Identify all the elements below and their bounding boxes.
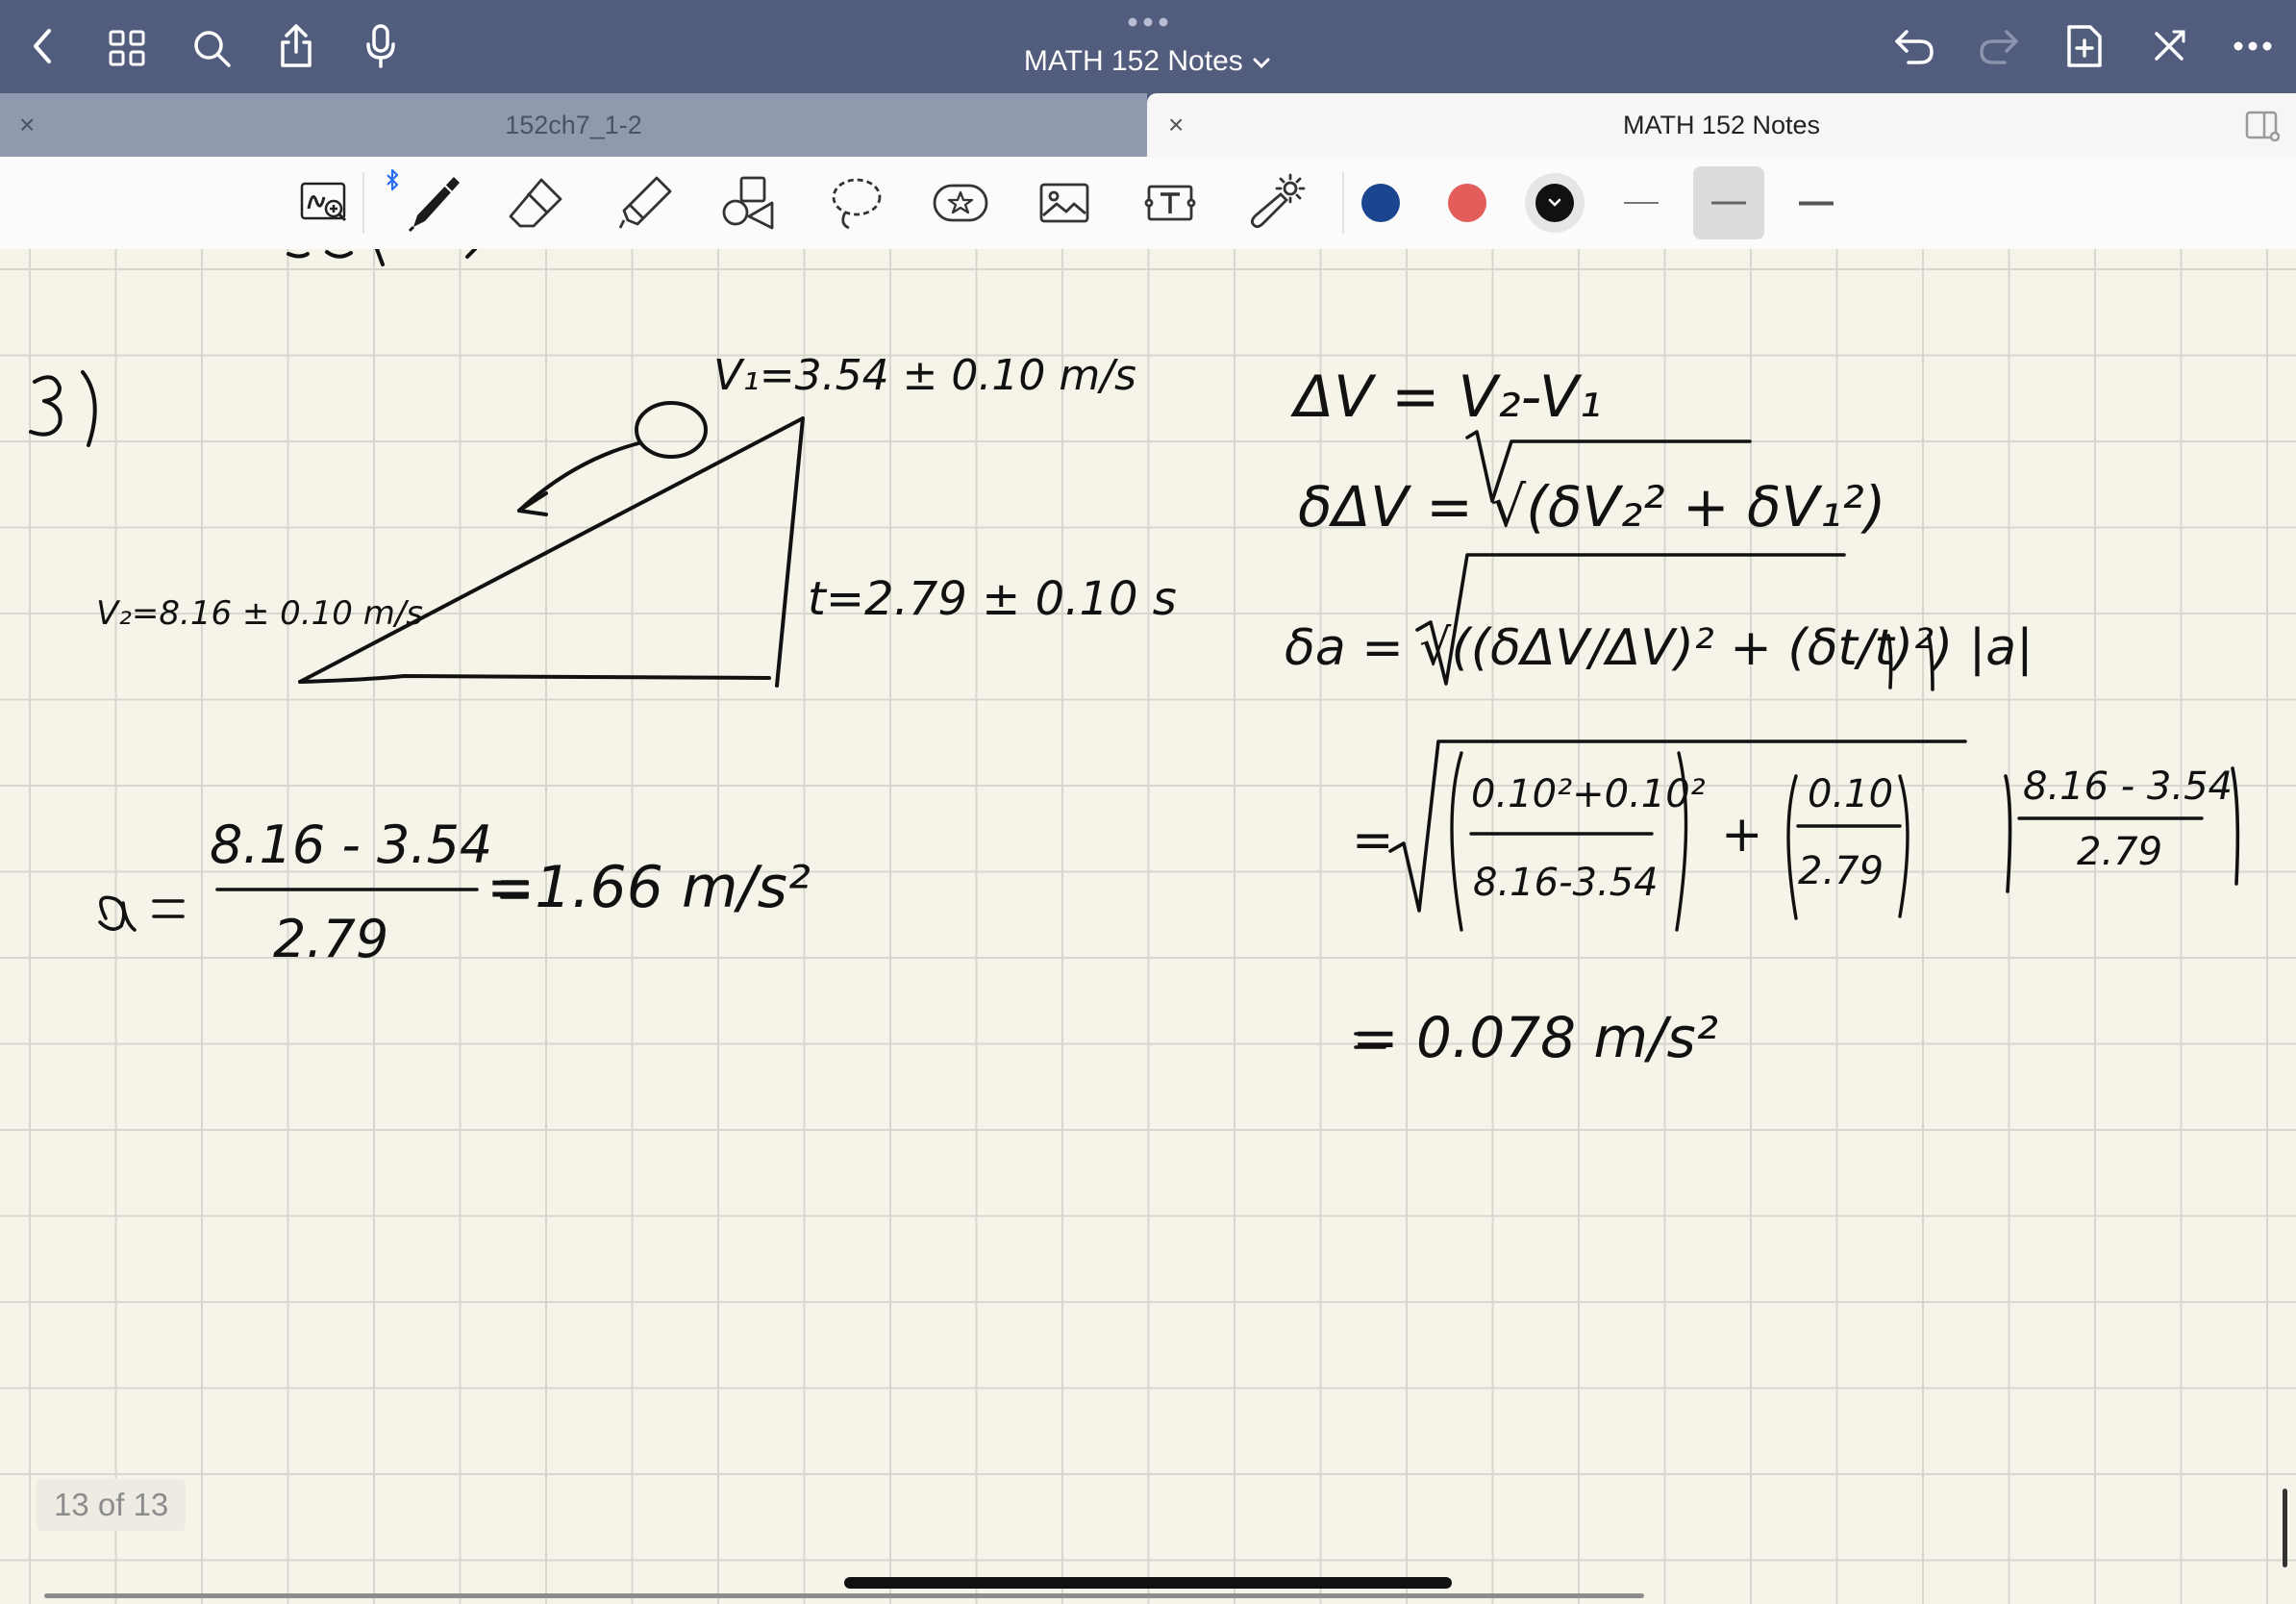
elements-sticker-icon[interactable] [927,170,994,236]
sub-term-3-numerator: 8.16 - 3.54 [2023,764,2233,809]
laser-pointer-icon[interactable] [1244,170,1311,236]
sidebar-toggle-icon[interactable] [2243,107,2282,145]
window-handle-icon[interactable] [1125,15,1171,33]
v2-note: V₂=8.16 ± 0.10 m/s [96,594,423,633]
drawing-toolbar [0,157,2296,250]
highlighter-icon[interactable] [611,170,679,236]
image-icon[interactable] [1031,170,1098,236]
vertical-scrollbar[interactable] [2283,1489,2287,1567]
accel-denominator: 2.79 [273,909,388,969]
redo-icon[interactable] [1975,23,2023,71]
sub-term-1-denominator: 8.16-3.54 [1473,861,1659,905]
document-title-label: MATH 152 Notes [1023,45,1243,78]
color-swatch-blue[interactable] [1361,184,1400,222]
text-box-icon[interactable] [1136,170,1204,236]
sub-term-3-denominator: 2.79 [2077,830,2162,874]
tab-bar: × 152ch7_1-2 × MATH 152 Notes [0,93,2296,157]
top-bar: MATH 152 Notes [0,0,2296,93]
handwriting-layer: V₁=3.54 ± 0.10 m/s V₂=8.16 ± 0.10 m/s t=… [29,249,2240,1070]
sub-term-2-denominator: 2.79 [1798,849,1884,893]
horizontal-scrollbar[interactable] [44,1593,1644,1598]
chevron-down-icon [1548,198,1561,207]
sub-term-2-numerator: 0.10 [1808,772,1893,816]
shapes-icon[interactable] [715,170,783,236]
accel-numerator: 8.16 - 3.54 [210,815,492,875]
close-toolbar-icon[interactable] [2148,25,2190,67]
stroke-width-thick[interactable] [1781,195,1852,211]
undo-icon[interactable] [1890,23,1938,71]
v1-note: V₁=3.54 ± 0.10 m/s [713,351,1136,400]
eraser-icon[interactable] [502,170,569,236]
tab-label: 152ch7_1-2 [505,111,642,139]
accel-result: =1.66 m/s² [487,854,811,921]
more-icon[interactable] [2229,29,2277,63]
pen-icon[interactable] [398,170,465,236]
tab-label: MATH 152 Notes [1622,111,1821,139]
color-swatch-black[interactable] [1535,184,1574,222]
color-swatch-red[interactable] [1448,184,1486,222]
home-indicator[interactable] [844,1577,1452,1589]
final-result: = 0.078 m/s² [1352,1005,1718,1070]
plus-sign: + [1721,806,1763,864]
note-canvas[interactable]: V₁=3.54 ± 0.10 m/s V₂=8.16 ± 0.10 m/s t=… [0,249,2296,1604]
stroke-width-medium[interactable] [1693,166,1764,239]
time-note: t=2.79 ± 0.10 s [808,572,1177,626]
stroke-width-thin[interactable] [1606,195,1677,211]
tab-math-152-notes[interactable]: × MATH 152 Notes [1147,93,2296,157]
document-title[interactable]: MATH 152 Notes [0,44,2296,78]
zoom-window-icon[interactable] [294,170,354,236]
chevron-down-icon [1251,45,1272,77]
add-page-icon[interactable] [2061,21,2108,71]
page-indicator: 13 of 13 [37,1479,187,1531]
delta-a-formula: δa = √((δΔV/ΔV)² + (δt/t)²) |a| [1285,619,2034,677]
sub-term-1-numerator: 0.10²+0.10² [1471,772,1706,816]
delta-v-definition: ΔV = V₂-V₁ [1290,363,1602,431]
lasso-icon[interactable] [823,170,890,236]
equals-sign: = [1352,812,1394,869]
delta-v-error: δΔV = √(δV₂² + δV₁²) [1298,474,1885,539]
tab-152ch7[interactable]: × 152ch7_1-2 [0,93,1147,157]
